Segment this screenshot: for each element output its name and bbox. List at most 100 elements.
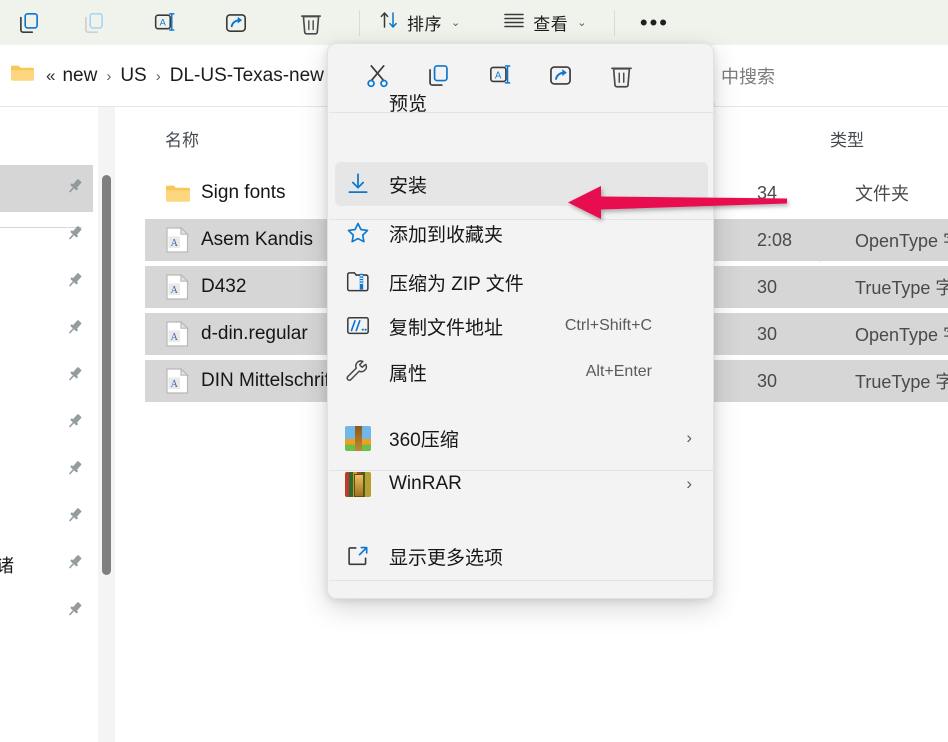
paste-icon [81, 10, 107, 36]
view-button[interactable]: 查看 ⌄ [492, 0, 596, 45]
breadcrumb-separator: › [106, 67, 112, 85]
toolbar-share-button[interactable] [200, 0, 271, 45]
pin-icon[interactable] [65, 506, 84, 530]
pin-icon[interactable] [65, 412, 84, 436]
svg-text:A: A [171, 379, 179, 390]
context-menu-item[interactable]: 显示更多选项 [335, 534, 708, 578]
breadcrumb[interactable]: « new › US › DL-US-Texas-new [10, 45, 324, 107]
file-date: 30 [757, 370, 778, 391]
breadcrumb-overflow-icon[interactable]: « [46, 66, 62, 86]
view-label: 查看 [533, 15, 569, 34]
context-menu-item-label: 属性 [389, 363, 428, 385]
context-menu-item[interactable]: 属性 Alt+Enter [335, 350, 708, 394]
app-winrar-icon [335, 471, 381, 497]
nav-item[interactable] [0, 447, 93, 494]
context-divider-4 [329, 580, 713, 581]
context-menu-item[interactable]: 预览 [335, 80, 708, 124]
pin-icon[interactable] [65, 553, 84, 577]
toolbar-copy-button[interactable] [0, 0, 58, 45]
nav-item[interactable] [0, 400, 93, 447]
context-menu-item-label: 显示更多选项 [389, 547, 504, 569]
sort-button[interactable]: 排序 ⌄ [368, 0, 470, 45]
pin-icon[interactable] [65, 318, 84, 342]
file-name: Sign fonts [201, 182, 286, 203]
file-name: d-din.regular [201, 323, 308, 344]
svg-text:A: A [171, 332, 179, 343]
toolbar-items: A 排序 ⌄ 查看 ⌄ ••• [0, 0, 685, 45]
pin-icon[interactable] [65, 365, 84, 389]
nav-item[interactable] [0, 588, 93, 635]
file-type: TrueType 字体 [855, 278, 948, 298]
rename-icon: A [151, 10, 178, 36]
copy-icon [16, 10, 42, 36]
file-name: DIN Mittelschrift [201, 370, 336, 391]
font-file-icon: A [165, 320, 190, 348]
file-name: Asem Kandis [201, 229, 313, 250]
context-menu-item-label: 添加到收藏夹 [389, 224, 504, 246]
svg-text:A: A [171, 238, 179, 249]
context-menu-item[interactable]: WinRAR › [335, 462, 708, 506]
file-date: 30 [757, 276, 778, 297]
context-menu-item[interactable]: 压缩为 ZIP 文件 [335, 260, 708, 304]
nav-item[interactable] [0, 494, 93, 541]
breadcrumb-segment-2[interactable]: DL-US-Texas-new [170, 65, 324, 87]
column-header-type[interactable]: 类型 [830, 107, 864, 169]
search-input[interactable]: 中搜索 [721, 45, 775, 107]
folder-icon [165, 183, 191, 204]
pin-icon[interactable] [65, 459, 84, 483]
folder-icon [10, 63, 35, 89]
navigation-pane: 诸 [0, 107, 93, 742]
context-menu-item-shortcut: Ctrl+Shift+C [564, 317, 652, 334]
file-type: TrueType 字体 [855, 372, 948, 392]
install-icon [335, 171, 381, 197]
context-menu-item[interactable]: 360压缩 › [335, 416, 708, 460]
toolbar-rename-button[interactable]: A [129, 0, 200, 45]
toolbar-divider-1 [359, 9, 360, 36]
nav-item[interactable] [0, 259, 93, 306]
nav-item-label: 诸 [0, 555, 14, 576]
chevron-right-icon[interactable]: › [686, 474, 692, 494]
star-icon [335, 220, 381, 246]
chevron-down-icon: ⌄ [577, 17, 587, 29]
context-menu-item[interactable]: 添加到收藏夹 [335, 211, 708, 255]
command-toolbar: A 排序 ⌄ 查看 ⌄ ••• [0, 0, 948, 45]
share-icon [223, 10, 249, 36]
pin-icon[interactable] [65, 224, 84, 248]
toolbar-paste-button[interactable] [58, 0, 129, 45]
sort-label: 排序 [407, 15, 442, 34]
wrench-icon [335, 359, 381, 385]
context-menu-item-label: 压缩为 ZIP 文件 [389, 273, 524, 295]
nav-item[interactable] [0, 306, 93, 353]
zip-icon [335, 270, 381, 294]
svg-text:A: A [160, 17, 167, 27]
pin-icon[interactable] [65, 600, 84, 624]
context-menu-item[interactable]: 复制文件地址 Ctrl+Shift+C [335, 304, 708, 348]
more-toolbar-button[interactable]: ••• [623, 0, 685, 45]
more-options-icon [335, 543, 381, 569]
breadcrumb-segment-0[interactable]: new [62, 65, 97, 87]
view-icon [502, 10, 526, 35]
pin-icon[interactable] [65, 271, 84, 295]
font-file-icon: A [165, 273, 190, 301]
nav-item[interactable]: 诸 [0, 541, 93, 588]
toolbar-divider-2 [614, 9, 616, 36]
nav-item[interactable] [0, 165, 93, 212]
nav-item[interactable] [0, 212, 93, 259]
column-header-name[interactable]: 名称 [165, 107, 199, 169]
file-explorer-window: A 排序 ⌄ 查看 ⌄ ••• « new › US › DL-US-Texas… [0, 0, 948, 742]
breadcrumb-segment-1[interactable]: US [120, 65, 146, 87]
context-menu-item-label: 360压缩 [389, 429, 459, 451]
file-name: D432 [201, 276, 247, 297]
copy-path-icon [335, 314, 381, 338]
file-date: 34 [757, 182, 778, 203]
nav-item[interactable] [0, 353, 93, 400]
toolbar-delete-button[interactable] [271, 0, 351, 45]
svg-text:A: A [171, 285, 179, 296]
nav-scrollbar-thumb[interactable] [102, 175, 111, 575]
pin-icon[interactable] [65, 177, 84, 201]
context-menu-item-label: 复制文件地址 [389, 317, 504, 339]
chevron-down-icon: ⌄ [451, 17, 461, 29]
context-menu-item[interactable]: 安装 [335, 162, 708, 206]
ellipsis-icon: ••• [639, 9, 669, 35]
chevron-right-icon[interactable]: › [686, 428, 692, 448]
